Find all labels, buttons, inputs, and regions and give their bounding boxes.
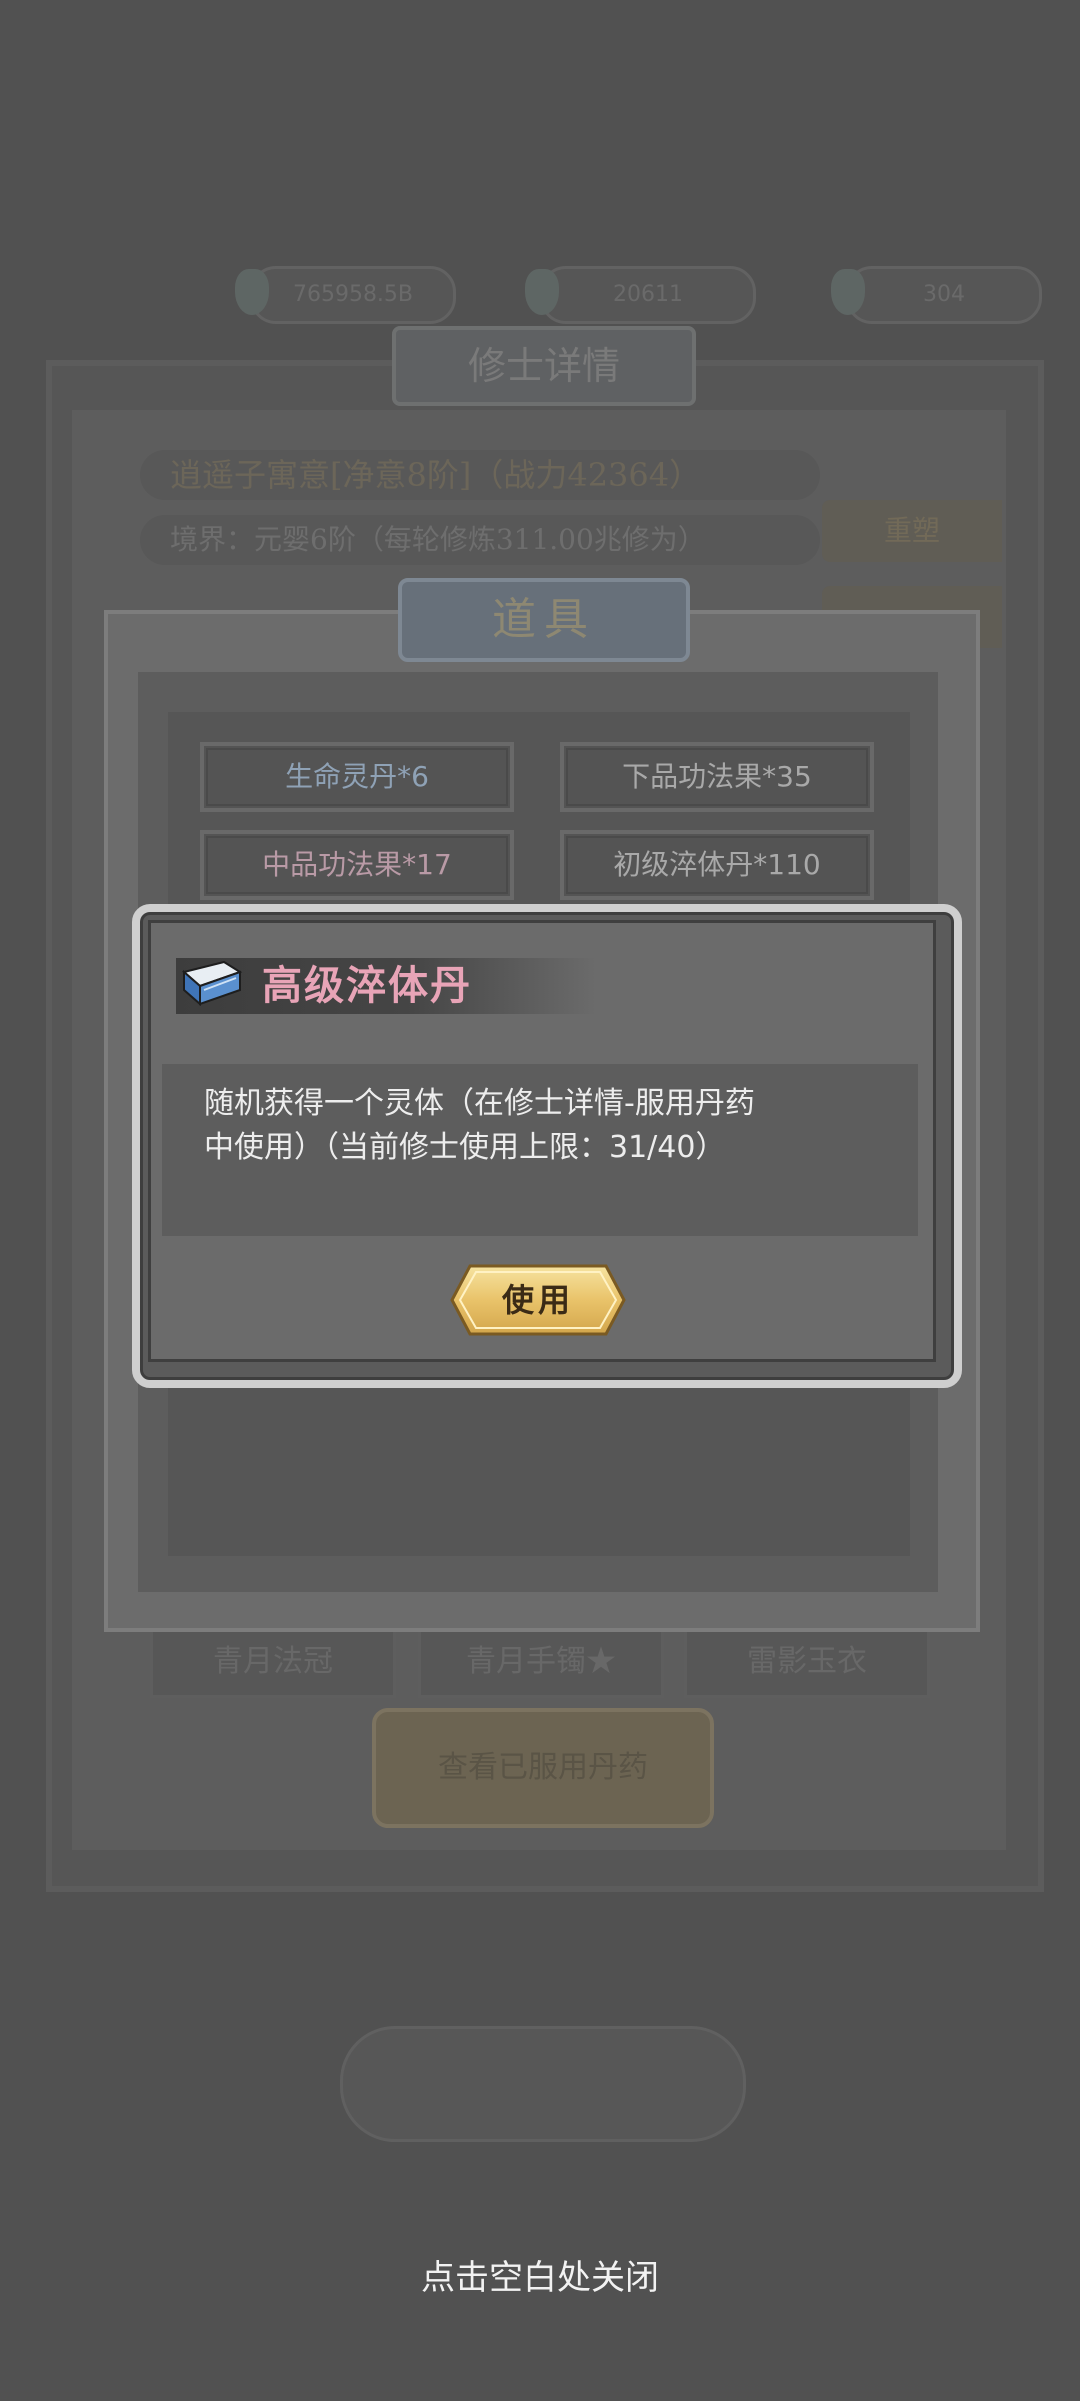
view-pills-button[interactable]: 查看已服用丹药 bbox=[372, 1708, 714, 1828]
item-mid-skill-fruit[interactable]: 中品功法果*17 bbox=[200, 830, 514, 900]
book-icon bbox=[181, 960, 243, 1006]
realm-info: 境界：元婴6阶（每轮修炼311.00兆修为） bbox=[140, 515, 820, 565]
items-panel-title: 道具 bbox=[398, 578, 690, 662]
jade-icon bbox=[525, 269, 559, 315]
equip-slot-crown[interactable]: 青月法冠 bbox=[150, 1626, 396, 1698]
cultivator-name: 逍遥子寓意[净意8阶]（战力42364） bbox=[140, 450, 820, 500]
resource-crystal: 304 bbox=[831, 266, 1042, 324]
use-button-label[interactable]: 使用 bbox=[448, 1262, 628, 1338]
description-line-1: 随机获得一个灵体（在修士详情-服用丹药 bbox=[204, 1086, 755, 1121]
item-low-skill-fruit[interactable]: 下品功法果*35 bbox=[560, 742, 874, 812]
crystal-icon bbox=[831, 269, 865, 315]
equip-slot-bracelet[interactable]: 青月手镯★ bbox=[418, 1626, 664, 1698]
item-basic-body-pill[interactable]: 初级淬体丹*110 bbox=[560, 830, 874, 900]
bottom-status-pill bbox=[340, 2026, 746, 2142]
resource-value: 304 bbox=[923, 282, 965, 307]
resource-jade: 20611 bbox=[525, 266, 756, 324]
cultivator-panel-title: 修士详情 bbox=[392, 326, 696, 406]
dialog-item-name: 高级淬体丹 bbox=[262, 962, 472, 1009]
dialog-description: 随机获得一个灵体（在修士详情-服用丹药 中使用）（当前修士使用上限：31/40） bbox=[204, 1082, 844, 1170]
equip-slot-robe[interactable]: 雷影玉衣 bbox=[684, 1626, 930, 1698]
spirit-stone-icon bbox=[235, 269, 269, 315]
item-life-pill[interactable]: 生命灵丹*6 bbox=[200, 742, 514, 812]
close-hint[interactable]: 点击空白处关闭 bbox=[0, 2250, 1080, 2299]
resource-value: 765958.5B bbox=[292, 282, 414, 307]
resource-spirit-stone: 765958.5B bbox=[235, 266, 456, 324]
resource-value: 20611 bbox=[613, 282, 683, 307]
reshape-button[interactable]: 重塑 bbox=[822, 500, 1002, 562]
description-line-2: 中使用）（当前修士使用上限：31/40） bbox=[204, 1130, 726, 1165]
